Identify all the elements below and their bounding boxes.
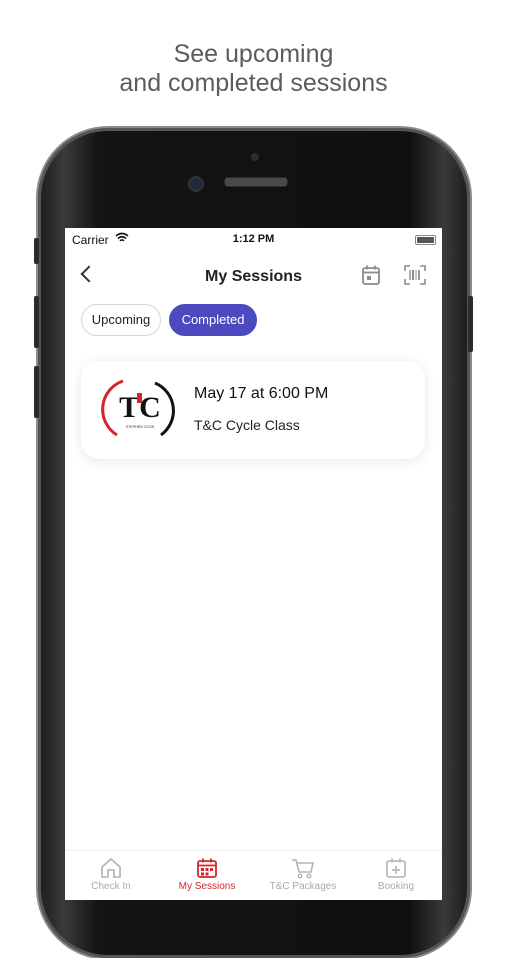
- logo-subtext: STEPHEN COOK: [126, 425, 155, 429]
- app-screen: Carrier 1:12 PM My Sessions Upcoming Com…: [65, 228, 442, 900]
- session-datetime: May 17 at 6:00 PM: [194, 385, 329, 402]
- battery-icon: [415, 235, 436, 245]
- tab-completed[interactable]: Completed: [169, 304, 257, 336]
- proximity-sensor: [251, 153, 259, 161]
- phone-power-button: [468, 296, 473, 352]
- status-bar: Carrier 1:12 PM: [65, 228, 442, 250]
- tab-my-sessions-label: My Sessions: [178, 881, 236, 892]
- session-class-name: T&C Cycle Class: [194, 417, 300, 433]
- tab-upcoming[interactable]: Upcoming: [81, 304, 161, 336]
- front-camera: [188, 176, 204, 192]
- tab-booking[interactable]: Booking: [350, 857, 442, 892]
- tab-packages-label: T&C Packages: [269, 881, 337, 892]
- phone-volume-up: [34, 296, 39, 348]
- page-title: My Sessions: [205, 268, 302, 285]
- session-card[interactable]: TC STEPHEN COOK May 17 at 6:00 PM T&C Cy…: [81, 361, 425, 459]
- cart-icon: [292, 859, 314, 879]
- phone-volume-down: [34, 366, 39, 418]
- bottom-tab-bar: Check In My Sessions T&C Packages Bookin…: [65, 850, 442, 900]
- promo-line-1: See upcoming: [173, 40, 334, 68]
- calendar-icon[interactable]: [361, 264, 381, 286]
- earpiece-speaker: [224, 177, 288, 187]
- calendar-icon: [197, 858, 217, 878]
- tab-my-sessions[interactable]: My Sessions: [161, 857, 253, 892]
- tab-packages[interactable]: T&C Packages: [257, 857, 349, 892]
- tab-check-in[interactable]: Check In: [65, 857, 157, 892]
- tab-check-in-label: Check In: [91, 881, 131, 892]
- barcode-scan-icon[interactable]: [403, 264, 427, 286]
- studio-logo: TC STEPHEN COOK: [95, 373, 185, 445]
- nav-bar: My Sessions: [65, 258, 442, 298]
- tab-booking-label: Booking: [377, 881, 415, 892]
- status-time: 1:12 PM: [232, 233, 275, 245]
- promo-line-2: and completed sessions: [119, 69, 388, 97]
- phone-mute-switch: [34, 238, 39, 264]
- promo-headline: See upcoming and completed sessions: [0, 40, 507, 98]
- home-icon: [101, 857, 121, 878]
- calendar-plus-icon: [386, 858, 406, 878]
